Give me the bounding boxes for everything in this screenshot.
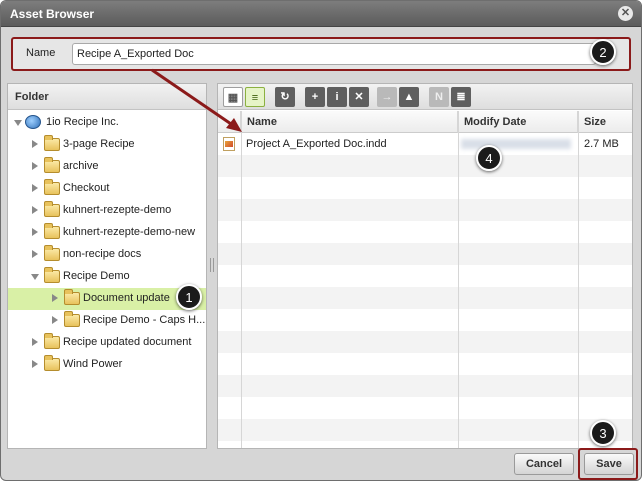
callout-badge-2: 2 [590,39,616,65]
callout-badge-4: 4 [476,145,502,171]
annotation-arrowhead [226,118,242,132]
annotation-arrow-overlay [151,68,242,132]
callout-badge-3: 3 [590,420,616,446]
callout-badge-1: 1 [176,284,202,310]
annotation-arrow-line [151,68,235,128]
